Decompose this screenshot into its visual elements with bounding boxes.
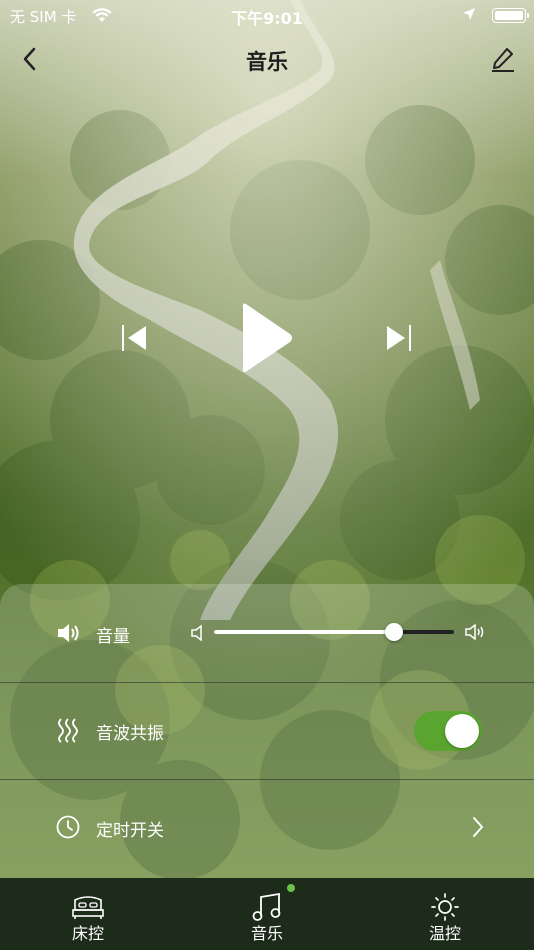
speaker-icon xyxy=(58,624,79,642)
volume-row: 音量 xyxy=(0,584,534,680)
tab-label: 音乐 xyxy=(250,924,283,943)
play-icon[interactable] xyxy=(238,298,298,378)
clock-icon xyxy=(56,815,80,839)
tab-music[interactable]: 音乐 xyxy=(217,878,317,950)
sound-wave-icon xyxy=(58,718,78,743)
volume-high-icon xyxy=(465,623,484,641)
volume-low-icon xyxy=(191,624,202,642)
volume-label: 音量 xyxy=(96,627,130,647)
settings-panel: 音量 音波共振 定时开关 xyxy=(0,584,534,878)
timer-row[interactable]: 定时开关 xyxy=(0,779,534,878)
pencil-icon[interactable] xyxy=(488,44,518,74)
status-time: 下午9:01 xyxy=(231,9,303,28)
page-title: 音乐 xyxy=(246,50,288,74)
resonance-toggle[interactable] xyxy=(414,711,482,751)
status-bar: 无 SIM 卡 下午9:01 xyxy=(0,0,534,32)
resonance-row: 音波共振 xyxy=(0,682,534,779)
toggle-knob xyxy=(445,714,479,748)
tab-bed-control[interactable]: 床控 xyxy=(38,878,138,950)
timer-label: 定时开关 xyxy=(96,821,164,841)
active-indicator-dot xyxy=(287,884,295,892)
next-track-icon[interactable] xyxy=(383,322,415,354)
tab-label: 温控 xyxy=(428,924,461,943)
volume-slider[interactable] xyxy=(214,623,454,641)
volume-slider-fill xyxy=(214,630,394,634)
nav-bar: 音乐 xyxy=(0,36,534,82)
tab-temperature-control[interactable]: 温控 xyxy=(395,878,495,950)
resonance-label: 音波共振 xyxy=(96,724,164,744)
tab-bar: 床控 音乐 温控 xyxy=(0,878,534,950)
chevron-right-icon xyxy=(473,817,483,837)
tab-label: 床控 xyxy=(71,924,104,943)
previous-track-icon[interactable] xyxy=(118,322,150,354)
battery-icon xyxy=(492,8,529,23)
volume-slider-thumb[interactable] xyxy=(385,623,403,641)
location-arrow-icon xyxy=(463,8,475,20)
